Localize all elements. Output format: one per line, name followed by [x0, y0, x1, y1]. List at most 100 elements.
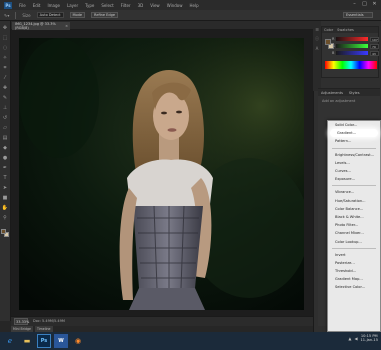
zoom-field[interactable]: 33.33%: [14, 318, 29, 325]
menu-image[interactable]: Image: [47, 3, 60, 8]
menu-item-photo-filter[interactable]: Photo Filter...: [328, 221, 380, 229]
menu-item-curves[interactable]: Curves...: [328, 167, 380, 175]
menu-separator: [332, 147, 376, 149]
menu-view[interactable]: View: [150, 3, 160, 8]
tab-swatches[interactable]: Swatches: [337, 28, 354, 32]
menu-file[interactable]: File: [19, 3, 26, 8]
hand-tool-icon[interactable]: ✋: [2, 205, 9, 211]
photo-canvas[interactable]: [19, 38, 304, 310]
menu-item-gradient-map[interactable]: Gradient Map...: [328, 275, 380, 283]
workspace-select[interactable]: Essentials: [343, 12, 373, 18]
menu-item-invert[interactable]: Invert: [328, 251, 380, 259]
close-icon[interactable]: ✕: [371, 1, 378, 7]
panel-foreground-swatch[interactable]: [325, 39, 331, 45]
menu-item-channel-mixer[interactable]: Channel Mixer...: [328, 229, 380, 237]
menu-item-vibrance[interactable]: Vibrance...: [328, 188, 380, 196]
properties-panel-icon[interactable]: ⓘ: [315, 36, 319, 42]
tool-preset-icon[interactable]: ✎▾: [4, 13, 9, 18]
healing-brush-tool-icon[interactable]: ✚: [2, 85, 9, 91]
menu-item-levels[interactable]: Levels...: [328, 159, 380, 167]
gradient-tool-icon[interactable]: ▤: [2, 135, 9, 141]
red-slider[interactable]: [336, 37, 368, 41]
menu-item-color-balance[interactable]: Color Balance...: [328, 205, 380, 213]
menu-edit[interactable]: Edit: [33, 3, 41, 8]
clone-stamp-tool-icon[interactable]: ⊥: [2, 105, 9, 111]
photoshop-taskbar-icon[interactable]: Ps: [37, 334, 51, 348]
move-tool-icon[interactable]: ✥: [2, 25, 9, 31]
options-bar: ✎▾ Size Auto Detect Mode Refine Edge: [0, 10, 381, 21]
green-value-field[interactable]: 79: [370, 44, 379, 49]
menu-type[interactable]: Type: [85, 3, 94, 8]
mode-button[interactable]: Mode: [69, 12, 86, 18]
menu-item-hue-saturation[interactable]: Hue/Saturation...: [328, 197, 380, 205]
path-selection-tool-icon[interactable]: ➤: [2, 185, 9, 191]
tools-panel: ✥ ⬚ ◌ ✧ ⌗ ⁄ ✚ ✎ ⊥ ↺ ▱ ▤ ◆ ● ✒ T ➤ ■ ✋ ⚲: [0, 21, 11, 321]
zoom-tool-icon[interactable]: ⚲: [2, 215, 9, 221]
clock[interactable]: 10:15 PM 11-Jan-15: [361, 334, 378, 343]
menu-separator: [332, 185, 376, 187]
menu-item-gradient[interactable]: Gradient...: [330, 129, 378, 138]
color-swatches[interactable]: [1, 229, 9, 238]
pen-tool-icon[interactable]: ✒: [2, 165, 9, 171]
blur-tool-icon[interactable]: ◆: [2, 145, 9, 151]
adjustments-hint: Add an adjustment: [322, 99, 356, 103]
document-tab[interactable]: IMG_1234.jpg @ 33.3% (RGB/8) ×: [12, 22, 70, 30]
brush-tool-icon[interactable]: ✎: [2, 95, 9, 101]
maximize-icon[interactable]: □: [361, 1, 368, 7]
menu-3d[interactable]: 3D: [138, 3, 144, 8]
menu-item-selective-color[interactable]: Selective Color...: [328, 283, 380, 291]
color-panel-tabs: Color Swatches: [322, 27, 378, 33]
menu-filter[interactable]: Filter: [121, 3, 131, 8]
size-select[interactable]: Auto Detect: [36, 12, 64, 18]
green-slider[interactable]: [336, 44, 368, 48]
lasso-tool-icon[interactable]: ◌: [2, 45, 9, 51]
blue-slider[interactable]: [336, 51, 368, 55]
eraser-tool-icon[interactable]: ▱: [2, 125, 9, 131]
volume-icon[interactable]: ◀: [354, 336, 357, 341]
firefox-icon[interactable]: ◉: [71, 334, 85, 348]
menu-item-brightness-contrast[interactable]: Brightness/Contrast...: [328, 151, 380, 159]
canvas-area: [11, 30, 313, 316]
tab-color[interactable]: Color: [324, 28, 333, 32]
eyedropper-tool-icon[interactable]: ⁄: [2, 75, 9, 81]
color-spectrum-ramp[interactable]: [325, 61, 377, 69]
menu-item-posterize[interactable]: Posterize...: [328, 259, 380, 267]
document-tab-bar: IMG_1234.jpg @ 33.3% (RGB/8) ×: [11, 21, 313, 30]
word-taskbar-icon[interactable]: W: [54, 334, 68, 348]
character-panel-icon[interactable]: A: [316, 46, 319, 51]
blue-value-field[interactable]: 43: [370, 51, 379, 56]
crop-tool-icon[interactable]: ⌗: [2, 65, 9, 71]
marquee-tool-icon[interactable]: ⬚: [2, 35, 9, 41]
menu-item-exposure[interactable]: Exposure...: [328, 175, 380, 183]
dodge-tool-icon[interactable]: ●: [2, 155, 9, 161]
window-controls: – □ ✕: [351, 1, 378, 7]
type-tool-icon[interactable]: T: [2, 175, 9, 181]
quick-select-tool-icon[interactable]: ✧: [2, 55, 9, 61]
tab-styles[interactable]: Styles: [349, 91, 360, 95]
system-tray: ▲ ◀ 10:15 PM 11-Jan-15: [348, 334, 378, 343]
menu-item-black-white[interactable]: Black & White...: [328, 213, 380, 221]
menu-help[interactable]: Help: [189, 3, 198, 8]
menu-item-pattern[interactable]: Pattern...: [328, 137, 380, 145]
foreground-color-swatch[interactable]: [1, 229, 6, 234]
history-panel-icon[interactable]: ☰: [315, 27, 319, 32]
minimize-icon[interactable]: –: [351, 1, 358, 7]
menu-item-threshold[interactable]: Threshold...: [328, 267, 380, 275]
internet-explorer-icon[interactable]: ℯ: [3, 334, 17, 348]
menu-window[interactable]: Window: [167, 3, 183, 8]
menu-item-solid-color[interactable]: Solid Color...: [328, 121, 380, 129]
menu-select[interactable]: Select: [101, 3, 113, 8]
adjustments-panel-tabs: Adjustments Styles: [318, 89, 380, 96]
menu-item-color-lookup[interactable]: Color Lookup...: [328, 237, 380, 245]
refine-edge-button[interactable]: Refine Edge: [91, 12, 118, 18]
network-icon[interactable]: ▲: [348, 336, 351, 341]
document-info[interactable]: Doc: 5.49M/5.49M: [33, 319, 65, 323]
photoshop-window: Ps File Edit Image Layer Type Select Fil…: [0, 0, 381, 350]
shape-tool-icon[interactable]: ■: [2, 195, 9, 201]
menu-layer[interactable]: Layer: [67, 3, 78, 8]
tab-adjustments[interactable]: Adjustments: [321, 91, 343, 95]
close-tab-icon[interactable]: ×: [65, 24, 68, 28]
red-value-field[interactable]: 107: [370, 37, 379, 42]
history-brush-tool-icon[interactable]: ↺: [2, 115, 9, 121]
file-explorer-icon[interactable]: ▬: [20, 334, 34, 348]
